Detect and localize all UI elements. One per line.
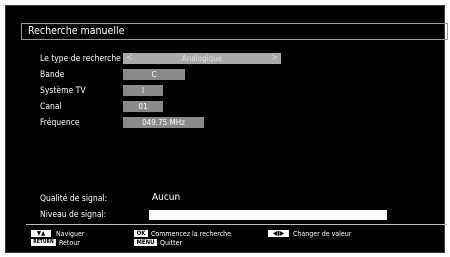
ok-hint: Commencez la recherche [151,230,232,238]
navigate-arrows-icon: ▼▲ [31,230,51,237]
search-type-label: Le type de recherche [40,54,121,64]
tv-system-label: Système TV [40,86,86,96]
tv-menu-screen: Recherche manuelle Le type de recherche … [5,5,448,253]
left-right-arrows-icon: ◀▮▶ [268,230,289,237]
signal-level-label: Niveau de signal: [40,210,107,220]
tv-system-value[interactable]: I [123,85,163,96]
footer-divider [26,224,447,225]
search-type-value: Analogique [181,54,223,63]
page-title: Recherche manuelle [28,25,125,37]
signal-level-bar [149,210,387,220]
signal-quality-label: Qualité de signal: [40,194,108,204]
frequency-value[interactable]: 049.75 MHz [123,117,204,128]
right-arrow-icon[interactable]: > [271,53,278,64]
ok-key-icon: OK [134,230,148,237]
title-bar: Recherche manuelle [21,23,448,40]
change-value-hint: Changer de valeur [293,230,352,238]
return-hint: Retour [59,239,80,247]
menu-hint: Quitter [160,239,183,247]
navigate-hint: Naviguer [56,230,85,238]
frequency-label: Fréquence [40,118,80,128]
return-key-icon: RETURN [31,239,56,246]
band-label: Bande [40,70,65,80]
channel-value[interactable]: 01 [123,101,163,112]
left-arrow-icon[interactable]: < [126,53,133,64]
channel-label: Canal [40,102,62,112]
search-type-selector[interactable]: < Analogique > [123,53,281,64]
band-value[interactable]: C [123,69,185,80]
menu-key-icon: MENU [134,239,157,246]
signal-quality-value: Aucun [152,192,181,203]
